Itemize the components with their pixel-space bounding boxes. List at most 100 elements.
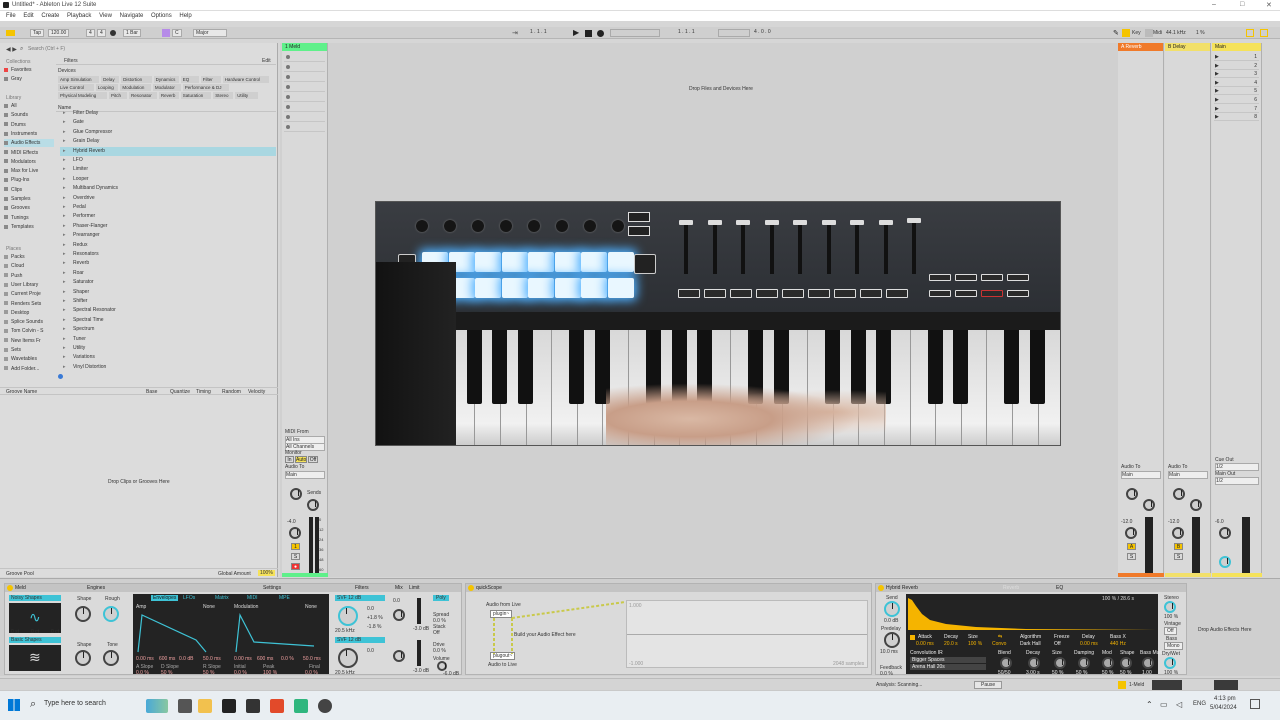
device-power-icon[interactable] xyxy=(878,585,884,591)
filter-chip[interactable]: Pitch xyxy=(109,92,128,99)
place-item[interactable]: Push xyxy=(4,272,54,280)
menu-create[interactable]: Create xyxy=(41,11,59,21)
place-item[interactable]: New Items Fr xyxy=(4,337,54,345)
volume-icon[interactable]: ◁ xyxy=(1176,700,1182,709)
osc-a-semitone[interactable]: 0 st xyxy=(11,629,19,635)
language-indicator[interactable]: ENG xyxy=(1193,701,1206,707)
scene-launch-row[interactable]: ▶ 1 xyxy=(1214,53,1259,61)
filter-chip[interactable]: Performance & DJ xyxy=(182,84,230,91)
stereo-value[interactable]: 100 % xyxy=(1164,614,1178,620)
menu-navigate[interactable]: Navigate xyxy=(120,11,144,21)
library-item-templates[interactable]: Templates xyxy=(4,223,54,231)
notifications-icon[interactable] xyxy=(1250,699,1260,709)
mod-attack-value[interactable]: 0.00 ms xyxy=(234,656,252,662)
send-a-knob[interactable] xyxy=(1173,488,1185,500)
return-a-header[interactable]: A Reverb xyxy=(1118,43,1163,51)
drywet-knob[interactable] xyxy=(1164,657,1176,669)
scene-launch-icon[interactable]: ▶ xyxy=(1215,54,1219,60)
library-item-sounds[interactable]: Sounds xyxy=(4,111,54,119)
filter-chip[interactable]: Distortion xyxy=(121,76,152,83)
menu-options[interactable]: Options xyxy=(151,11,172,21)
return-b-header[interactable]: B Delay xyxy=(1165,43,1210,51)
scene-launch-icon[interactable]: ▶ xyxy=(1215,71,1219,77)
a-slope-value[interactable]: 0.0 % xyxy=(136,670,149,676)
send-a-knob[interactable] xyxy=(290,488,302,500)
drop-effects-zone[interactable]: Drop Audio Effects Here xyxy=(1198,627,1252,633)
filter-chip[interactable]: Reverb xyxy=(158,92,179,99)
scene-launch-icon[interactable]: ▶ xyxy=(1215,106,1219,112)
device-power-icon[interactable] xyxy=(7,585,13,591)
pause-button[interactable]: Pause xyxy=(974,681,1003,689)
clip-slot[interactable] xyxy=(284,93,325,102)
metronome-icon[interactable] xyxy=(110,30,116,36)
filter-chip[interactable]: Delay xyxy=(101,76,120,83)
library-item-audio-effects[interactable]: Audio Effects xyxy=(4,139,54,148)
meld-tab[interactable]: MPE xyxy=(279,595,290,601)
mix-a-gain[interactable]: -3.0 dB xyxy=(413,626,429,632)
filter-chip[interactable]: Utility xyxy=(235,92,258,99)
browser-item[interactable]: Overdrive xyxy=(60,194,276,203)
search-highlight-icon[interactable] xyxy=(146,699,168,713)
browser-item[interactable]: Spectral Resonator xyxy=(60,306,276,315)
menu-help[interactable]: Help xyxy=(179,11,191,21)
browser-item[interactable]: Phaser-Flanger xyxy=(60,222,276,231)
blend-knob[interactable] xyxy=(1000,657,1012,669)
filter-a-freq[interactable]: 20.5 kHz xyxy=(335,628,355,634)
drive-value[interactable]: 0.0 % xyxy=(433,648,446,654)
bass-mult-value[interactable]: 1.00 xyxy=(1142,670,1152,676)
stop-button[interactable] xyxy=(585,30,592,37)
library-item-midi-effects[interactable]: MIDI Effects xyxy=(4,149,54,157)
filter-chip[interactable]: EQ xyxy=(180,76,199,83)
shape-knob[interactable] xyxy=(1120,657,1132,669)
key-label[interactable]: Key xyxy=(1132,30,1141,36)
r-slope-value[interactable]: 50 % xyxy=(203,670,214,676)
file-explorer-icon[interactable] xyxy=(198,699,212,713)
tempo-field[interactable]: 120.00 xyxy=(48,29,70,37)
browser-item[interactable]: Shifter xyxy=(60,297,276,306)
scene-launch-row[interactable]: ▶ 5 xyxy=(1214,87,1259,96)
browser-item[interactable]: Grain Delay xyxy=(60,137,276,146)
tap-button[interactable]: Tap xyxy=(30,29,45,37)
filters-edit-button[interactable]: Edit xyxy=(262,58,271,64)
filter-b-freq-knob[interactable] xyxy=(338,648,358,668)
scene-launch-row[interactable]: ▶ 6 xyxy=(1214,96,1259,104)
mod-value[interactable]: 50 % xyxy=(1102,670,1113,676)
menu-edit[interactable]: Edit xyxy=(23,11,33,21)
mixer-view-icon[interactable] xyxy=(1260,29,1268,37)
bass-mono-button[interactable]: Mono xyxy=(1164,642,1183,650)
shape-knob[interactable] xyxy=(75,606,91,622)
pan-knob[interactable] xyxy=(1219,527,1231,539)
mix-a-value[interactable]: 0.0 xyxy=(393,598,400,604)
meld-tab[interactable]: Envelopes xyxy=(151,595,179,601)
monitor-off-button[interactable]: Off xyxy=(308,456,318,463)
midi-label[interactable]: Midi xyxy=(1153,30,1162,36)
main-out-select[interactable]: 1/2 xyxy=(1215,477,1259,485)
browser-item[interactable]: Resonators xyxy=(60,250,276,259)
place-item[interactable]: Add Folder... xyxy=(4,365,54,373)
return-b-activator[interactable]: B xyxy=(1174,543,1183,550)
filter-a-res[interactable]: 0.0 xyxy=(367,606,374,612)
filter-chip[interactable]: Live Control xyxy=(58,84,94,91)
place-item[interactable]: Cloud xyxy=(4,262,54,270)
audio-to-select[interactable]: Main xyxy=(1168,471,1208,479)
predelay-value[interactable]: 10.0 ms xyxy=(880,649,898,655)
feedback-value[interactable]: 0.0 % xyxy=(880,671,893,677)
mod-sustain-value[interactable]: 0.0 % xyxy=(281,656,294,662)
track-overview-a[interactable] xyxy=(1152,680,1182,690)
filter-b-res[interactable]: 0.0 xyxy=(367,648,374,654)
mod-env-target[interactable]: None xyxy=(305,604,317,610)
send-a-knob[interactable] xyxy=(1126,488,1138,500)
quantize-select[interactable]: 1 Bar xyxy=(123,29,141,37)
pan-knob[interactable] xyxy=(1172,527,1184,539)
browser-item[interactable]: Limiter xyxy=(60,165,276,174)
filter-chip[interactable]: Amp Simulation xyxy=(58,76,100,83)
send-knob[interactable] xyxy=(884,601,900,617)
damping-knob[interactable] xyxy=(1078,657,1090,669)
browser-item[interactable]: Glue Compressor xyxy=(60,128,276,137)
terminal-icon[interactable] xyxy=(222,699,236,713)
decay-value[interactable]: 600 ms xyxy=(159,656,175,662)
send-b-knob[interactable] xyxy=(1143,499,1155,511)
volume-value[interactable]: -6.0 dB xyxy=(443,671,459,677)
cue-out-select[interactable]: 1/2 xyxy=(1215,463,1259,471)
app-icon[interactable] xyxy=(294,699,308,713)
